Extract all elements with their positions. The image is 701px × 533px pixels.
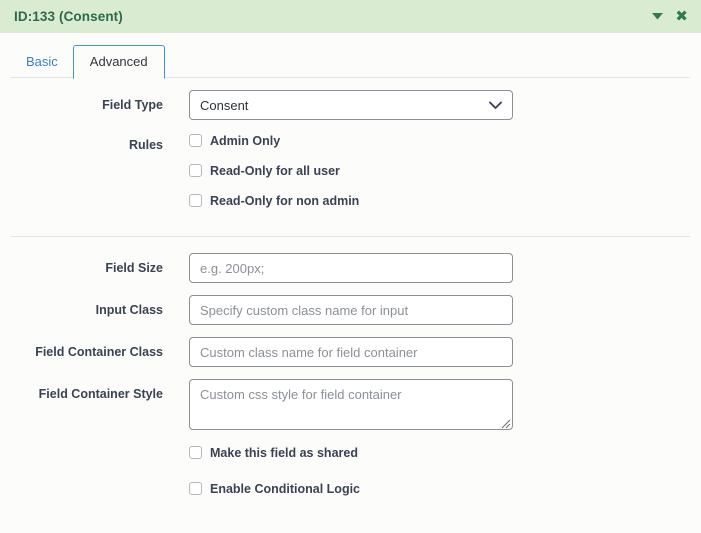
close-icon[interactable]: ✖ xyxy=(675,8,688,24)
field-type-selected-value: Consent xyxy=(200,97,249,113)
tab-advanced[interactable]: Advanced xyxy=(72,45,165,79)
header-actions: ✖ xyxy=(652,8,689,24)
rules-label: Rules xyxy=(128,138,163,152)
readonly-all-user-checkbox[interactable] xyxy=(189,164,202,177)
input-class-input[interactable] xyxy=(189,295,513,325)
readonly-non-admin-checkbox[interactable] xyxy=(189,194,202,207)
advanced-settings-form: Field Type Consent Rules Admin Only Read… xyxy=(0,78,701,533)
rules-row: Rules Admin Only Read-Only for all user … xyxy=(0,130,701,220)
field-container-class-label: Field Container Class xyxy=(35,345,163,359)
field-type-label: Field Type xyxy=(102,98,163,112)
readonly-all-user-label: Read-Only for all user xyxy=(210,163,340,178)
shared-field-control: Make this field as shared xyxy=(163,442,358,472)
panel-header: ID:133 (Consent) ✖ xyxy=(0,0,701,33)
field-size-row: Field Size xyxy=(0,253,701,283)
shared-field-spacer xyxy=(0,442,163,449)
field-container-style-label: Field Container Style xyxy=(38,387,163,401)
field-type-row: Field Type Consent xyxy=(0,90,701,120)
field-type-control: Consent xyxy=(163,90,513,120)
checkbox-row-readonly-all-user[interactable]: Read-Only for all user xyxy=(189,160,359,181)
shared-field-checkbox[interactable] xyxy=(189,446,202,459)
checkbox-row-shared-field[interactable]: Make this field as shared xyxy=(189,442,358,463)
checkbox-row-admin-only[interactable]: Admin Only xyxy=(189,130,359,151)
conditional-logic-control: Enable Conditional Logic xyxy=(163,478,360,508)
input-class-row: Input Class xyxy=(0,295,701,325)
conditional-logic-checkbox[interactable] xyxy=(189,482,202,495)
conditional-logic-label: Enable Conditional Logic xyxy=(210,481,360,496)
chevron-down-icon xyxy=(489,101,502,110)
field-container-style-row: Field Container Style xyxy=(0,379,701,430)
tab-bar: Basic Advanced xyxy=(0,33,701,79)
conditional-logic-row: Enable Conditional Logic xyxy=(0,478,701,508)
field-size-label: Field Size xyxy=(105,261,163,275)
field-type-select[interactable]: Consent xyxy=(189,90,513,120)
rules-control: Admin Only Read-Only for all user Read-O… xyxy=(163,130,359,220)
shared-field-label: Make this field as shared xyxy=(210,445,358,460)
readonly-non-admin-label: Read-Only for non admin xyxy=(210,193,360,208)
field-container-class-row: Field Container Class xyxy=(0,337,701,367)
input-class-label: Input Class xyxy=(95,303,163,317)
checkbox-row-readonly-non-admin[interactable]: Read-Only for non admin xyxy=(189,190,359,211)
admin-only-label: Admin Only xyxy=(210,133,281,148)
page-title: ID:133 (Consent) xyxy=(14,8,123,24)
conditional-logic-spacer xyxy=(0,478,163,485)
field-settings-panel: ID:133 (Consent) ✖ Basic Advanced Field … xyxy=(0,0,701,533)
caret-down-icon[interactable] xyxy=(652,12,664,20)
field-container-class-control xyxy=(163,337,513,367)
shared-field-row: Make this field as shared xyxy=(0,442,701,472)
tab-basic[interactable]: Basic xyxy=(11,45,73,79)
field-size-control xyxy=(163,253,513,283)
input-class-control xyxy=(163,295,513,325)
field-size-input[interactable] xyxy=(189,253,513,283)
field-container-style-control xyxy=(163,379,513,430)
field-container-style-textarea[interactable] xyxy=(189,379,513,430)
section-divider xyxy=(11,236,690,237)
field-container-class-input[interactable] xyxy=(189,337,513,367)
admin-only-checkbox[interactable] xyxy=(189,134,202,147)
checkbox-row-conditional-logic[interactable]: Enable Conditional Logic xyxy=(189,478,360,499)
